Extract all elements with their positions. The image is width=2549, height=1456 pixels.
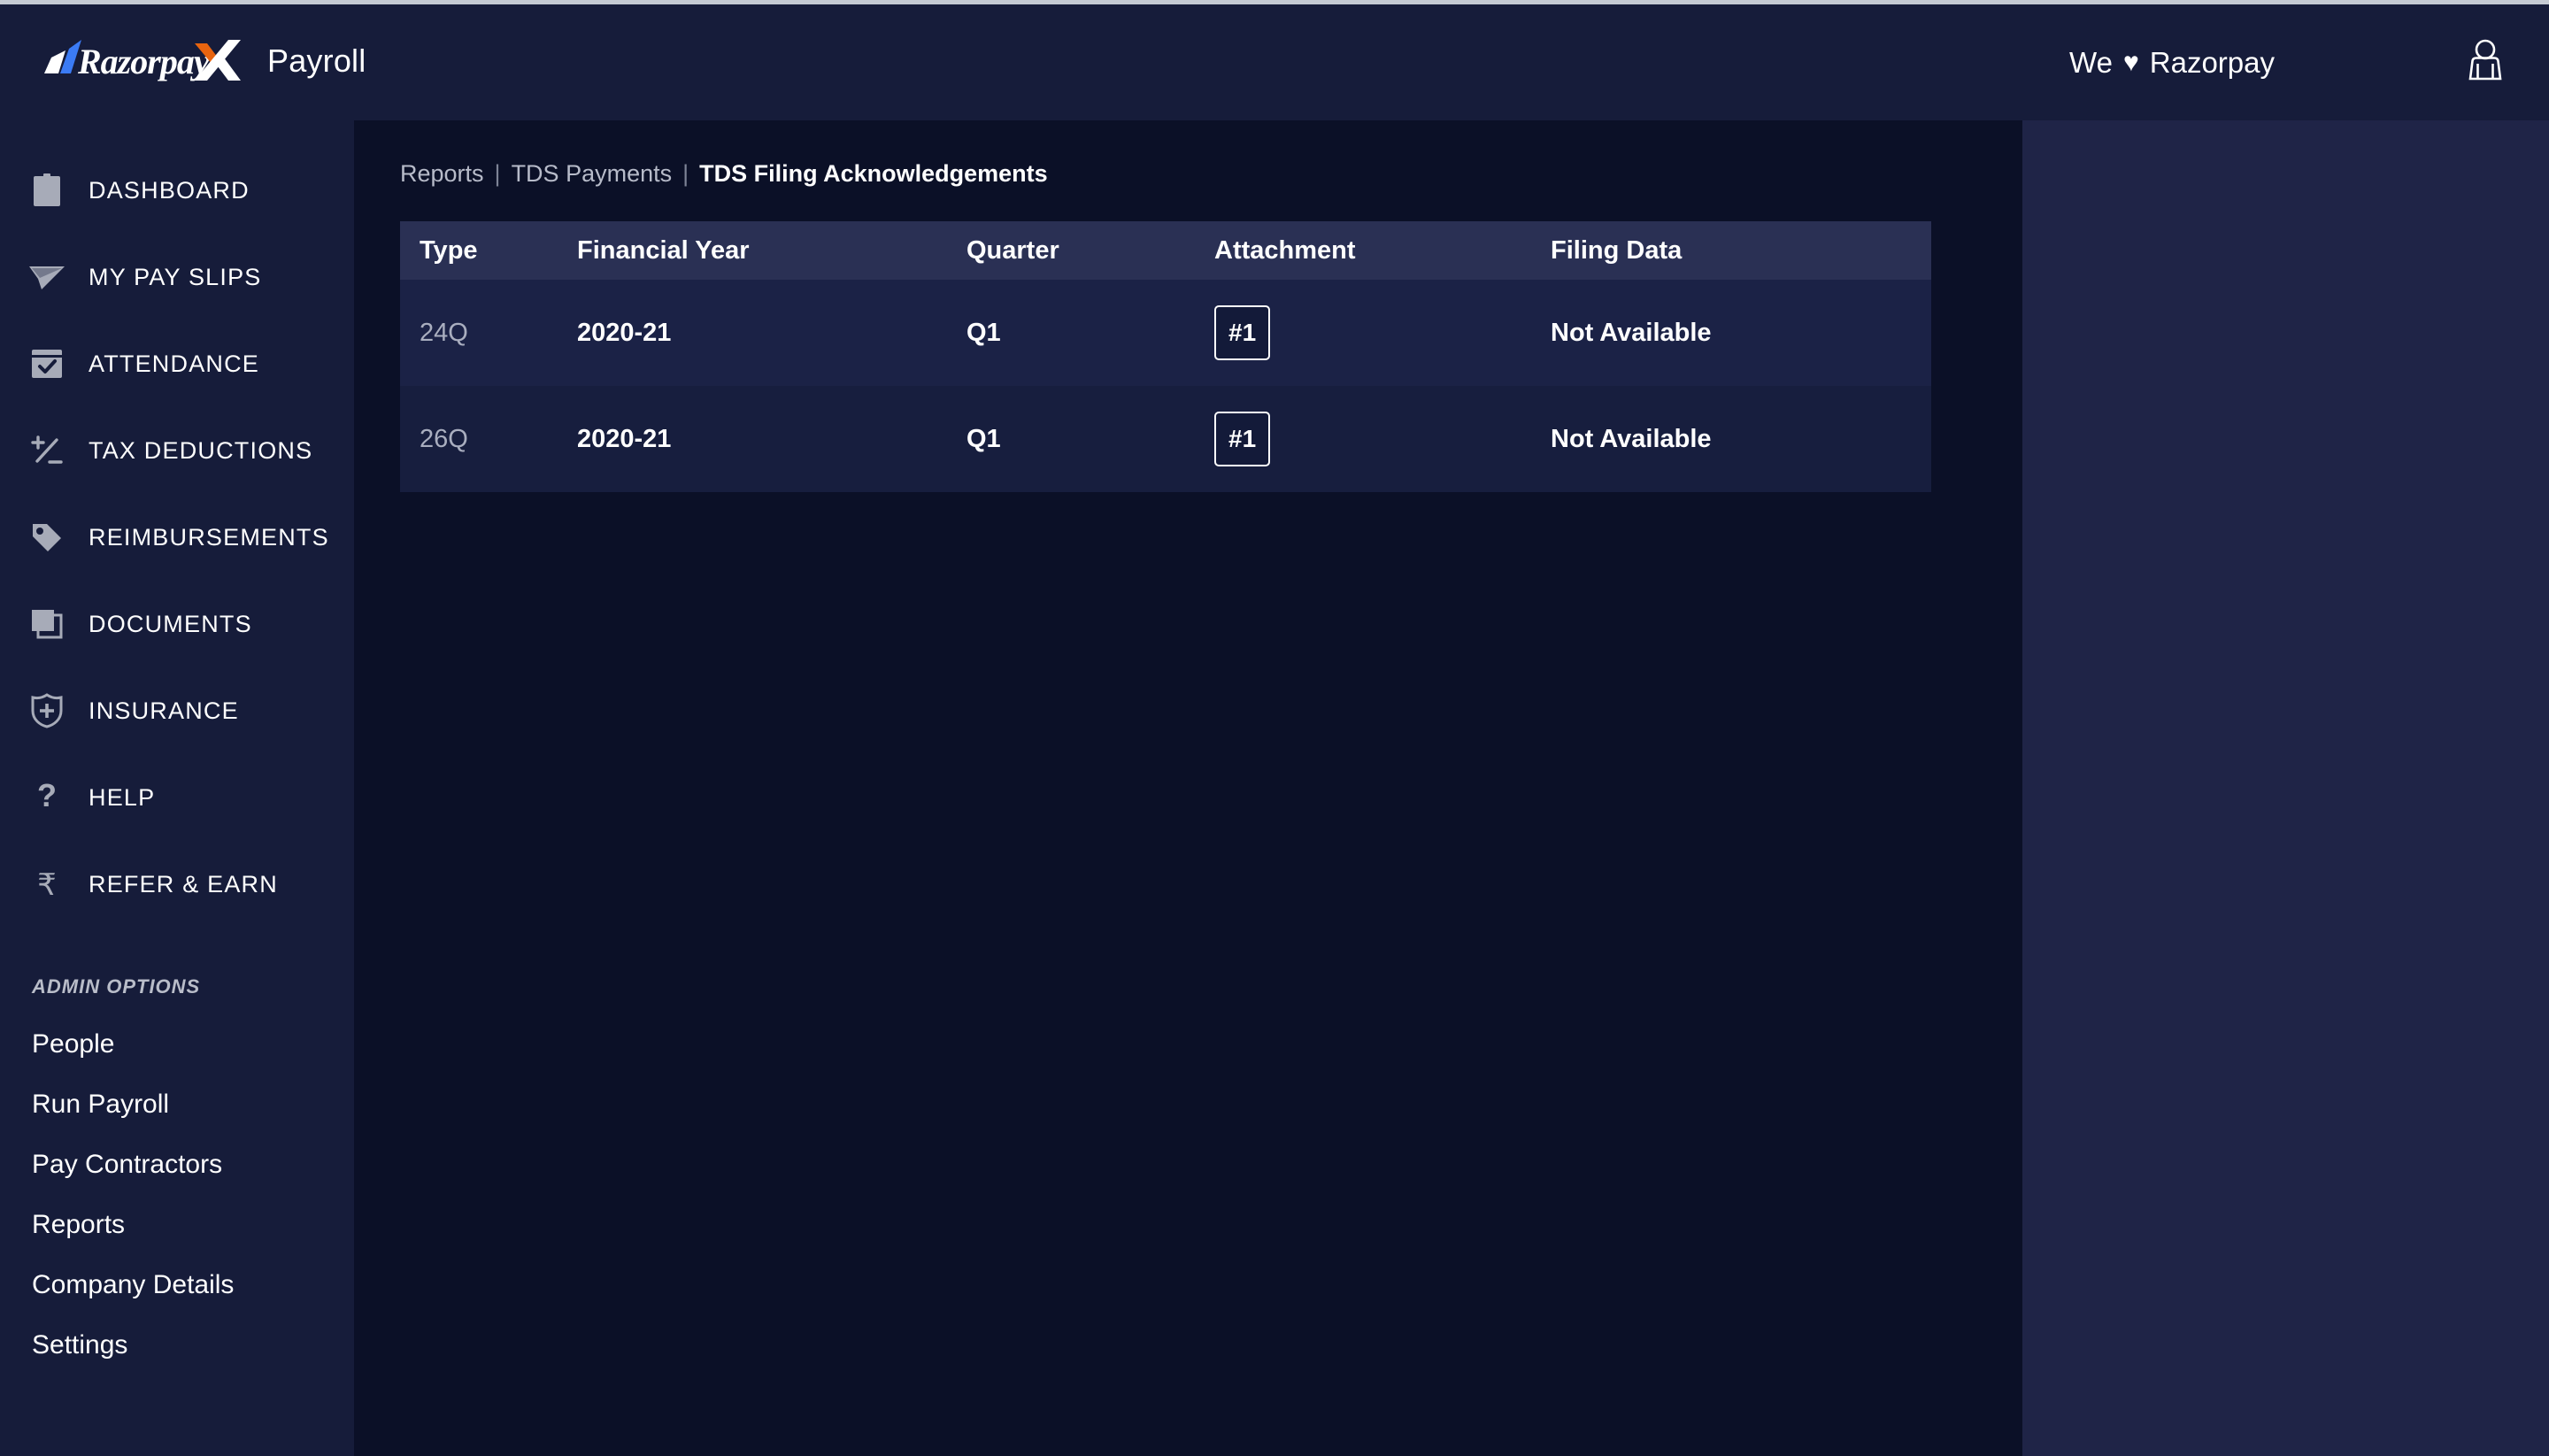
sidebar-item-tax-deductions[interactable]: TAX DEDUCTIONS xyxy=(0,407,354,494)
admin-item-label: People xyxy=(32,1029,115,1059)
brand-area[interactable]: Razorpay Payroll xyxy=(39,4,366,120)
table-row[interactable]: 26Q 2020-21 Q1 #1 Not Available xyxy=(400,386,1931,492)
sidebar-item-label: TAX DEDUCTIONS xyxy=(89,436,313,464)
admin-item-label: Reports xyxy=(32,1210,126,1239)
breadcrumb-separator: | xyxy=(494,160,501,187)
sidebar-item-documents[interactable]: DOCUMENTS xyxy=(0,581,354,667)
cell-financial-year: 2020-21 xyxy=(577,424,672,453)
app-screen: Razorpay Payroll We ♥ Razorpay DASHBOARD… xyxy=(0,0,2549,1456)
sidebar-item-refer-and-earn[interactable]: ₹ REFER & EARN xyxy=(0,841,354,928)
we-label: We xyxy=(2069,45,2113,79)
sidebar-item-pay-contractors[interactable]: Pay Contractors xyxy=(0,1135,354,1195)
sidebar-item-label: DASHBOARD xyxy=(89,176,250,204)
clipboard-icon xyxy=(27,170,67,211)
sidebar-nav-list: DASHBOARD MY PAY SLIPS ATTENDANCE TAX DE… xyxy=(0,120,354,928)
plus-minus-icon xyxy=(27,430,67,471)
attachment-chip[interactable]: #1 xyxy=(1214,412,1271,466)
razorpay-label: Razorpay xyxy=(2149,45,2275,79)
sidebar-item-label: REFER & EARN xyxy=(89,870,278,897)
admin-options-heading: ADMIN OPTIONS xyxy=(32,975,201,998)
sidebar-item-reports[interactable]: Reports xyxy=(0,1195,354,1255)
razorpayx-logo-icon: Razorpay xyxy=(39,38,251,87)
paper-plane-icon xyxy=(27,257,67,297)
admin-options-list: People Run Payroll Pay Contractors Repor… xyxy=(0,1014,354,1375)
sidebar-item-my-pay-slips[interactable]: MY PAY SLIPS xyxy=(0,234,354,320)
sidebar-item-label: DOCUMENTS xyxy=(89,610,252,637)
svg-text:₹: ₹ xyxy=(37,867,57,902)
sidebar-item-help[interactable]: ? HELP xyxy=(0,754,354,841)
column-header-quarter: Quarter xyxy=(966,235,1059,265)
cell-filing-data: Not Available xyxy=(1551,424,1712,453)
cell-quarter: Q1 xyxy=(966,424,1001,453)
cell-filing-data: Not Available xyxy=(1551,318,1712,347)
tds-filing-table: Type Financial Year Quarter Attachment F… xyxy=(400,221,1931,492)
sidebar-item-people[interactable]: People xyxy=(0,1014,354,1075)
sidebar-item-insurance[interactable]: INSURANCE xyxy=(0,667,354,754)
sidebar-item-reimbursements[interactable]: REIMBURSEMENTS xyxy=(0,494,354,581)
sidebar-item-attendance[interactable]: ATTENDANCE xyxy=(0,320,354,407)
main-content: Reports | TDS Payments | TDS Filing Ackn… xyxy=(354,120,2022,1456)
attachment-chip[interactable]: #1 xyxy=(1214,305,1271,360)
user-avatar-icon xyxy=(2462,37,2508,88)
table-header-row: Type Financial Year Quarter Attachment F… xyxy=(400,221,1931,280)
admin-item-label: Company Details xyxy=(32,1270,235,1299)
heart-icon: ♥ xyxy=(2122,47,2139,77)
we-love-razorpay: We ♥ Razorpay xyxy=(2069,46,2275,80)
admin-item-label: Settings xyxy=(32,1330,128,1360)
admin-item-label: Run Payroll xyxy=(32,1090,170,1119)
sidebar: DASHBOARD MY PAY SLIPS ATTENDANCE TAX DE… xyxy=(0,120,354,1456)
header-right-area: We ♥ Razorpay xyxy=(2069,4,2510,120)
breadcrumb: Reports | TDS Payments | TDS Filing Ackn… xyxy=(400,160,2022,188)
breadcrumb-item-reports[interactable]: Reports xyxy=(400,160,484,188)
calendar-check-icon xyxy=(27,343,67,384)
app-header: Razorpay Payroll We ♥ Razorpay xyxy=(0,4,2549,120)
cell-type: 26Q xyxy=(420,424,468,453)
column-header-filing-data: Filing Data xyxy=(1551,235,1683,265)
sidebar-item-settings[interactable]: Settings xyxy=(0,1315,354,1375)
sidebar-item-label: INSURANCE xyxy=(89,697,239,724)
cell-financial-year: 2020-21 xyxy=(577,318,672,347)
column-header-attachment: Attachment xyxy=(1214,235,1356,265)
table-row[interactable]: 24Q 2020-21 Q1 #1 Not Available xyxy=(400,280,1931,386)
column-header-financial-year: Financial Year xyxy=(577,235,750,265)
sidebar-item-label: MY PAY SLIPS xyxy=(89,263,262,290)
sidebar-item-label: REIMBURSEMENTS xyxy=(89,523,329,551)
tag-icon xyxy=(27,517,67,558)
shield-plus-icon xyxy=(27,690,67,731)
breadcrumb-separator: | xyxy=(682,160,689,187)
admin-item-label: Pay Contractors xyxy=(32,1150,223,1179)
sidebar-item-label: ATTENDANCE xyxy=(89,350,260,377)
svg-text:?: ? xyxy=(37,780,57,813)
breadcrumb-item-tds-payments[interactable]: TDS Payments xyxy=(512,160,673,188)
sidebar-item-dashboard[interactable]: DASHBOARD xyxy=(0,147,354,234)
rupee-icon: ₹ xyxy=(27,864,67,905)
svg-text:Razorpay: Razorpay xyxy=(77,42,210,81)
sidebar-item-run-payroll[interactable]: Run Payroll xyxy=(0,1075,354,1135)
column-header-type: Type xyxy=(420,235,478,265)
app-title: Payroll xyxy=(267,42,366,79)
question-mark-icon: ? xyxy=(27,777,67,818)
sidebar-item-label: HELP xyxy=(89,783,156,811)
breadcrumb-item-current: TDS Filing Acknowledgements xyxy=(699,160,1048,187)
cell-type: 24Q xyxy=(420,318,468,347)
documents-icon xyxy=(27,604,67,644)
user-avatar-button[interactable] xyxy=(2460,38,2510,88)
cell-quarter: Q1 xyxy=(966,318,1001,347)
sidebar-item-company-details[interactable]: Company Details xyxy=(0,1255,354,1315)
